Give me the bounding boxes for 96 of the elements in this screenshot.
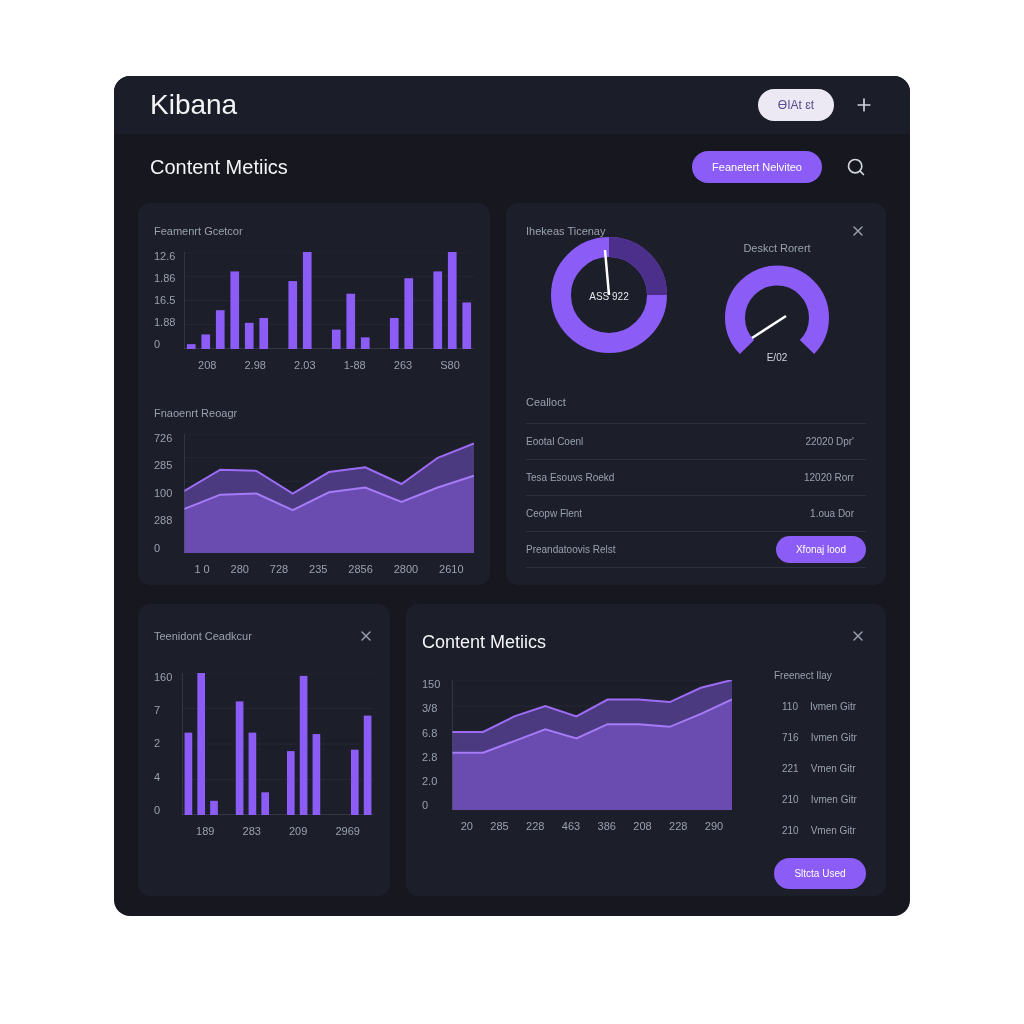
axis-label: 100 xyxy=(154,485,174,501)
row-label: Eootal Coenl xyxy=(526,434,584,449)
gauge-title: Ihekeas Ticenay xyxy=(526,224,606,239)
legend-value: 716 xyxy=(782,731,799,745)
axis-label: 2.98 xyxy=(244,357,266,373)
legend-value: 221 xyxy=(782,762,799,776)
bar xyxy=(259,317,269,349)
legend-title: Freenect Ilay xyxy=(774,669,833,683)
page-title: Content Metiics xyxy=(150,155,289,180)
legend-value: 110 xyxy=(782,700,798,714)
axis-label: 228 xyxy=(669,819,688,834)
axis-label: 160 xyxy=(154,669,174,685)
axis-label: 1-88 xyxy=(343,357,366,373)
chart-title: Teenidont Ceadkcur xyxy=(154,629,252,644)
bar xyxy=(186,343,196,349)
used-button[interactable]: Sltcta Used xyxy=(774,858,866,889)
axis-label: 2.8 xyxy=(422,749,439,765)
axis-label: 0 xyxy=(422,798,430,814)
row-value: 1.oua Dor xyxy=(810,506,854,521)
bar xyxy=(286,750,295,815)
axis-label: 288 xyxy=(154,513,174,529)
axis-label: 235 xyxy=(309,561,328,577)
axis-label: 386 xyxy=(597,819,616,834)
axis-label: 228 xyxy=(526,819,545,834)
axis-label: 2856 xyxy=(348,561,373,577)
bar xyxy=(210,800,218,815)
axis-label: 2610 xyxy=(439,561,464,577)
axis-label: 3/8 xyxy=(422,701,439,717)
axis-label: 263 xyxy=(393,357,413,373)
axis-label: 0 xyxy=(154,541,162,556)
gauge-reading: E/02 xyxy=(765,351,789,365)
row-value: 12020 Rorr xyxy=(803,470,854,485)
legend-value: 210 xyxy=(782,793,799,807)
bar xyxy=(288,280,298,349)
axis-label: 189 xyxy=(196,823,215,839)
bar xyxy=(331,329,341,349)
axis-label: 20 xyxy=(460,819,473,834)
row-label: Tesa Esouvs Roekd xyxy=(526,470,615,485)
load-button[interactable]: Xfonaj lood xyxy=(775,535,866,563)
axis-label: 2969 xyxy=(335,823,360,839)
axis-label: 208 xyxy=(633,819,652,834)
axis-label: 0 xyxy=(154,337,162,352)
action-button[interactable]: Feanetert Nelviteo xyxy=(692,150,822,184)
axis-label: 1.88 xyxy=(154,314,176,330)
axis-label: 285 xyxy=(490,819,509,834)
axis-label: 283 xyxy=(242,823,261,839)
axis-label: 1 0 xyxy=(194,561,210,577)
axis-label: 463 xyxy=(561,819,581,834)
axis-label: 2800 xyxy=(393,561,419,577)
legend-label: Ivmen Gitr xyxy=(809,700,857,714)
legend-label: Ivmen Gitr xyxy=(810,793,857,807)
axis-label: 16.5 xyxy=(154,292,176,308)
axis-label: 6.8 xyxy=(422,725,439,741)
table-heading: Cealloct xyxy=(526,394,866,424)
axis-label: 290 xyxy=(704,819,724,834)
row-value: 22020 Dpr' xyxy=(805,434,854,449)
gauge-reading: ASS 922 xyxy=(588,289,630,304)
axis-label: 0 xyxy=(154,803,162,818)
bar xyxy=(360,336,370,349)
axis-label: 2.03 xyxy=(294,357,316,373)
axis-label: 208 xyxy=(198,357,217,373)
app-title: Kibana xyxy=(150,88,239,122)
bar xyxy=(244,322,254,349)
axis-label: 280 xyxy=(230,561,249,577)
chart-title: Feamenrt Gcetcor xyxy=(154,224,244,239)
axis-label: 150 xyxy=(422,677,442,692)
pill-button[interactable]: ƟIAt ɛt xyxy=(757,89,834,121)
bar xyxy=(389,317,399,349)
bar xyxy=(346,293,356,349)
axis-label: 2 xyxy=(154,736,162,752)
bar xyxy=(404,277,414,349)
axis-label: 726 xyxy=(154,430,174,446)
legend-label: Ivmen Gitr xyxy=(810,731,857,745)
gauge-title: Deskct Rorert xyxy=(743,240,811,256)
legend-label: Vmen Gitr xyxy=(810,762,856,776)
axis-label: 1.86 xyxy=(154,270,176,286)
row-label: Ceopw Flent xyxy=(526,506,583,521)
legend-label: Vmen Gitr xyxy=(810,824,856,838)
axis-label: 2.0 xyxy=(422,774,439,790)
panel-title: Content Metiics xyxy=(422,631,548,654)
bar xyxy=(215,309,225,349)
axis-label: S80 xyxy=(440,357,460,373)
axis-label: 285 xyxy=(154,458,174,474)
axis-label: 4 xyxy=(154,769,162,785)
axis-label: 728 xyxy=(269,561,289,577)
bar xyxy=(201,333,211,349)
bar xyxy=(350,749,359,815)
row-label: Preandatoovis Relst xyxy=(526,542,616,557)
legend-value: 210 xyxy=(782,824,799,838)
chart-title: Fnaoenrt Reoagr xyxy=(154,406,239,421)
axis-label: 7 xyxy=(154,702,162,718)
search-icon[interactable] xyxy=(846,157,866,177)
axis-label: 209 xyxy=(289,823,308,839)
bar xyxy=(462,301,472,349)
bar xyxy=(261,791,270,815)
axis-label: 12.6 xyxy=(154,248,176,264)
